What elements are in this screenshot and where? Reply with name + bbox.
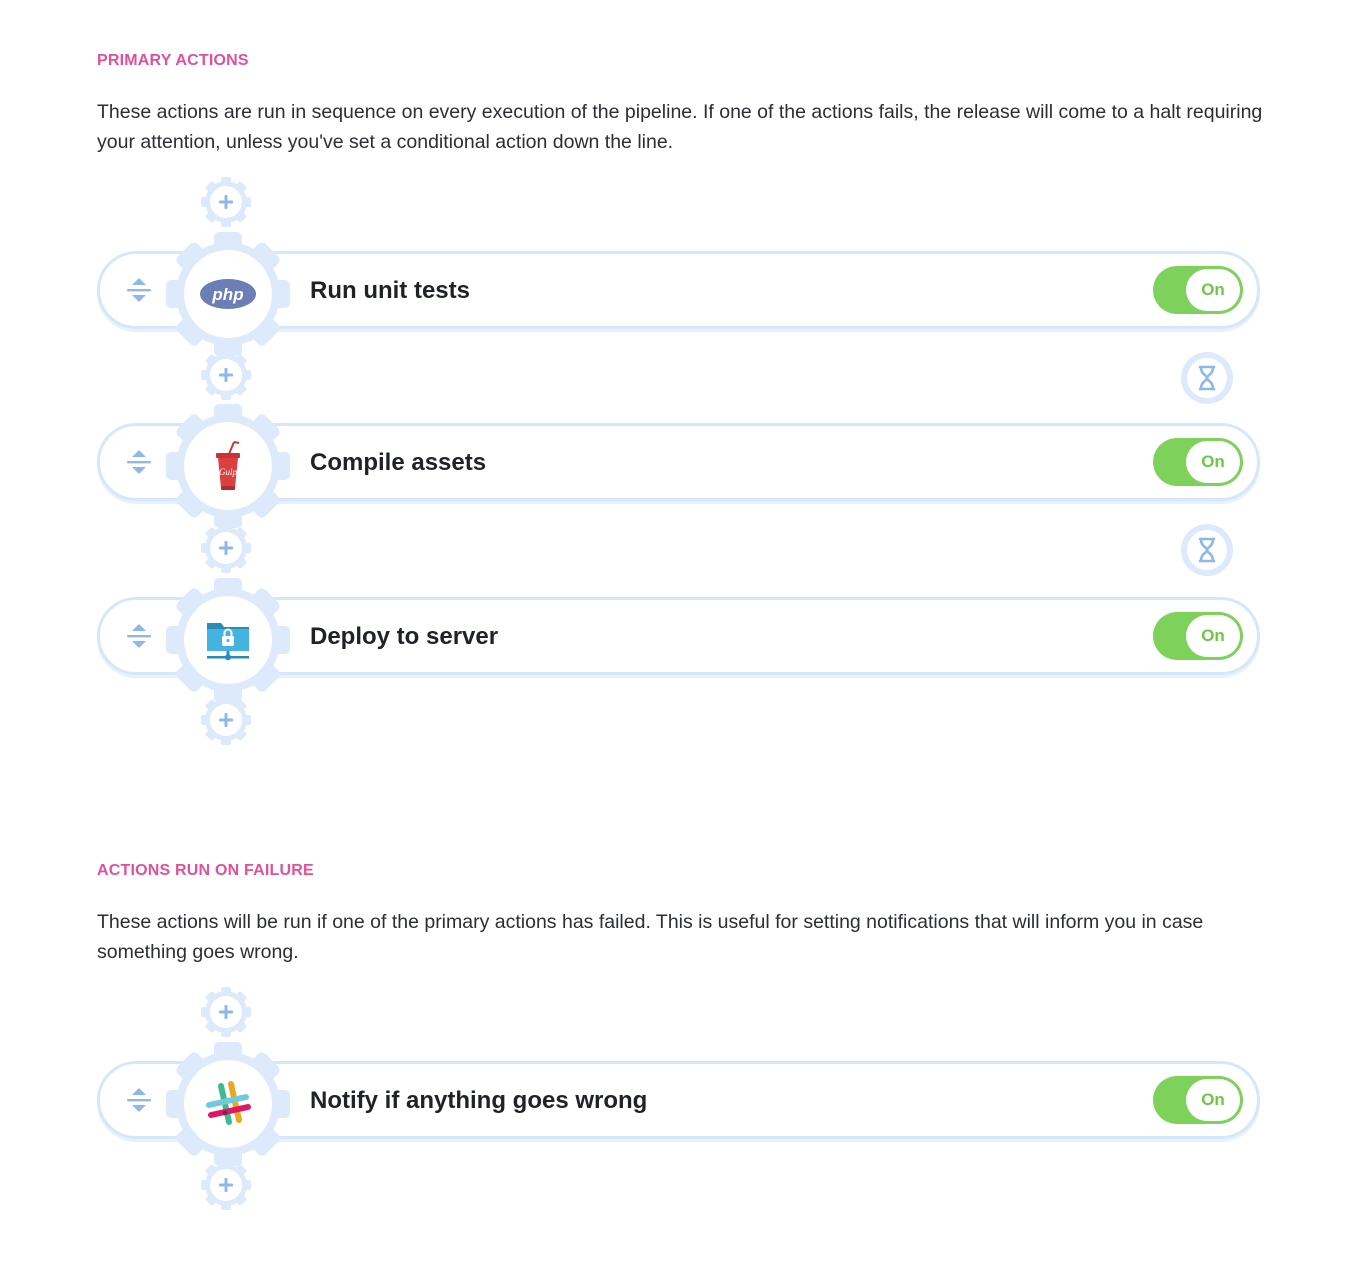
plus-icon [201,177,251,227]
add-action-button[interactable] [201,177,251,227]
slack-icon [206,1081,251,1125]
wait-delay-button[interactable] [1180,351,1234,405]
failure-actions-section: ACTIONS RUN ON FAILURE [97,862,1267,880]
hourglass-icon [1180,351,1234,405]
svg-text:Gulp: Gulp [219,467,238,477]
add-action-button[interactable] [201,523,251,573]
action-label: Notify if anything goes wrong [310,1087,648,1114]
action-icon-gear [166,578,290,702]
drag-handle-icon[interactable] [124,621,154,651]
plus-icon [201,987,251,1037]
section-description: These actions will be run if one of the … [97,911,1204,963]
toggle-label: On [1186,269,1240,311]
action-label: Compile assets [310,449,487,476]
action-label: Deploy to server [310,623,499,650]
toggle-label: On [1186,1079,1240,1121]
plus-icon [201,350,251,400]
action-icon-gear [166,1042,290,1166]
toggle-label: On [1186,441,1240,483]
drag-handle-icon[interactable] [124,1085,154,1115]
plus-icon [201,523,251,573]
action-label: Run unit tests [310,277,470,304]
action-row[interactable]: Gulp Compile assets On [97,423,1260,501]
add-action-button[interactable] [201,350,251,400]
action-row[interactable]: Notify if anything goes wrong On [97,1061,1260,1139]
action-row[interactable]: php Run unit tests On [97,251,1260,329]
add-action-button[interactable] [201,987,251,1037]
section-description: These actions are run in sequence on eve… [97,101,1263,153]
action-icon-gear: php [166,232,290,356]
wait-delay-button[interactable] [1180,523,1234,577]
add-action-button[interactable] [201,1160,251,1210]
action-toggle[interactable]: On [1153,438,1243,486]
drag-handle-icon[interactable] [124,447,154,477]
action-row[interactable]: Deploy to server On [97,597,1260,675]
hourglass-icon [1180,523,1234,577]
action-toggle[interactable]: On [1153,1076,1243,1124]
primary-actions-section: PRIMARY ACTIONS [97,52,1267,70]
add-action-button[interactable] [201,695,251,745]
action-toggle[interactable]: On [1153,266,1243,314]
svg-text:php: php [211,285,243,304]
section-title: ACTIONS RUN ON FAILURE [97,862,314,879]
action-icon-gear: Gulp [166,404,290,528]
section-title: PRIMARY ACTIONS [97,52,249,69]
sftp-server-icon [207,623,249,661]
drag-handle-icon[interactable] [124,275,154,305]
action-toggle[interactable]: On [1153,612,1243,660]
php-icon: php [200,279,256,309]
plus-icon [201,695,251,745]
toggle-label: On [1186,615,1240,657]
gulp-icon: Gulp [216,441,240,490]
plus-icon [201,1160,251,1210]
